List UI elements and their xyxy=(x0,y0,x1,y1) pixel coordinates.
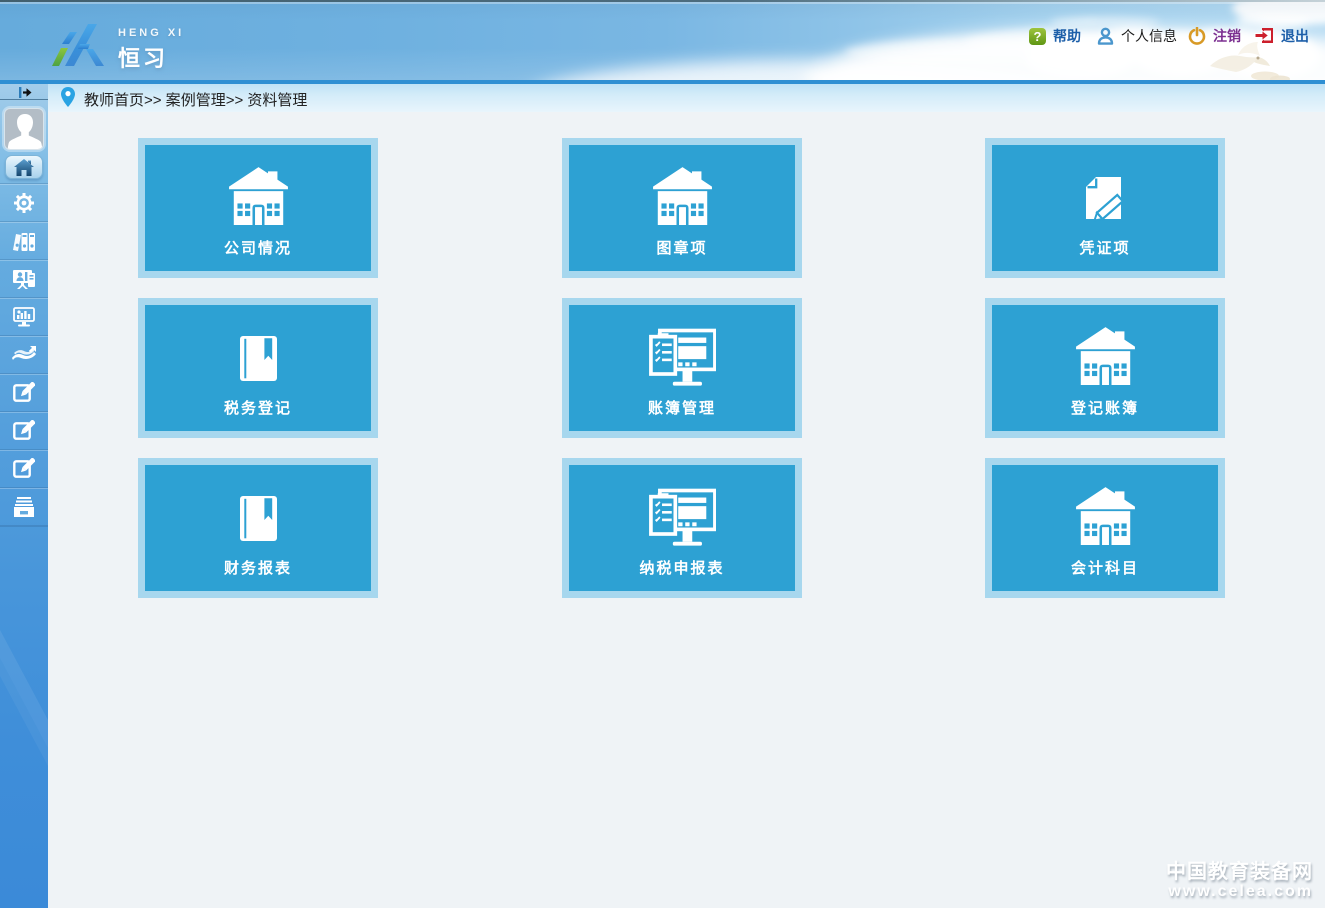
svg-text:?: ? xyxy=(1034,29,1042,44)
